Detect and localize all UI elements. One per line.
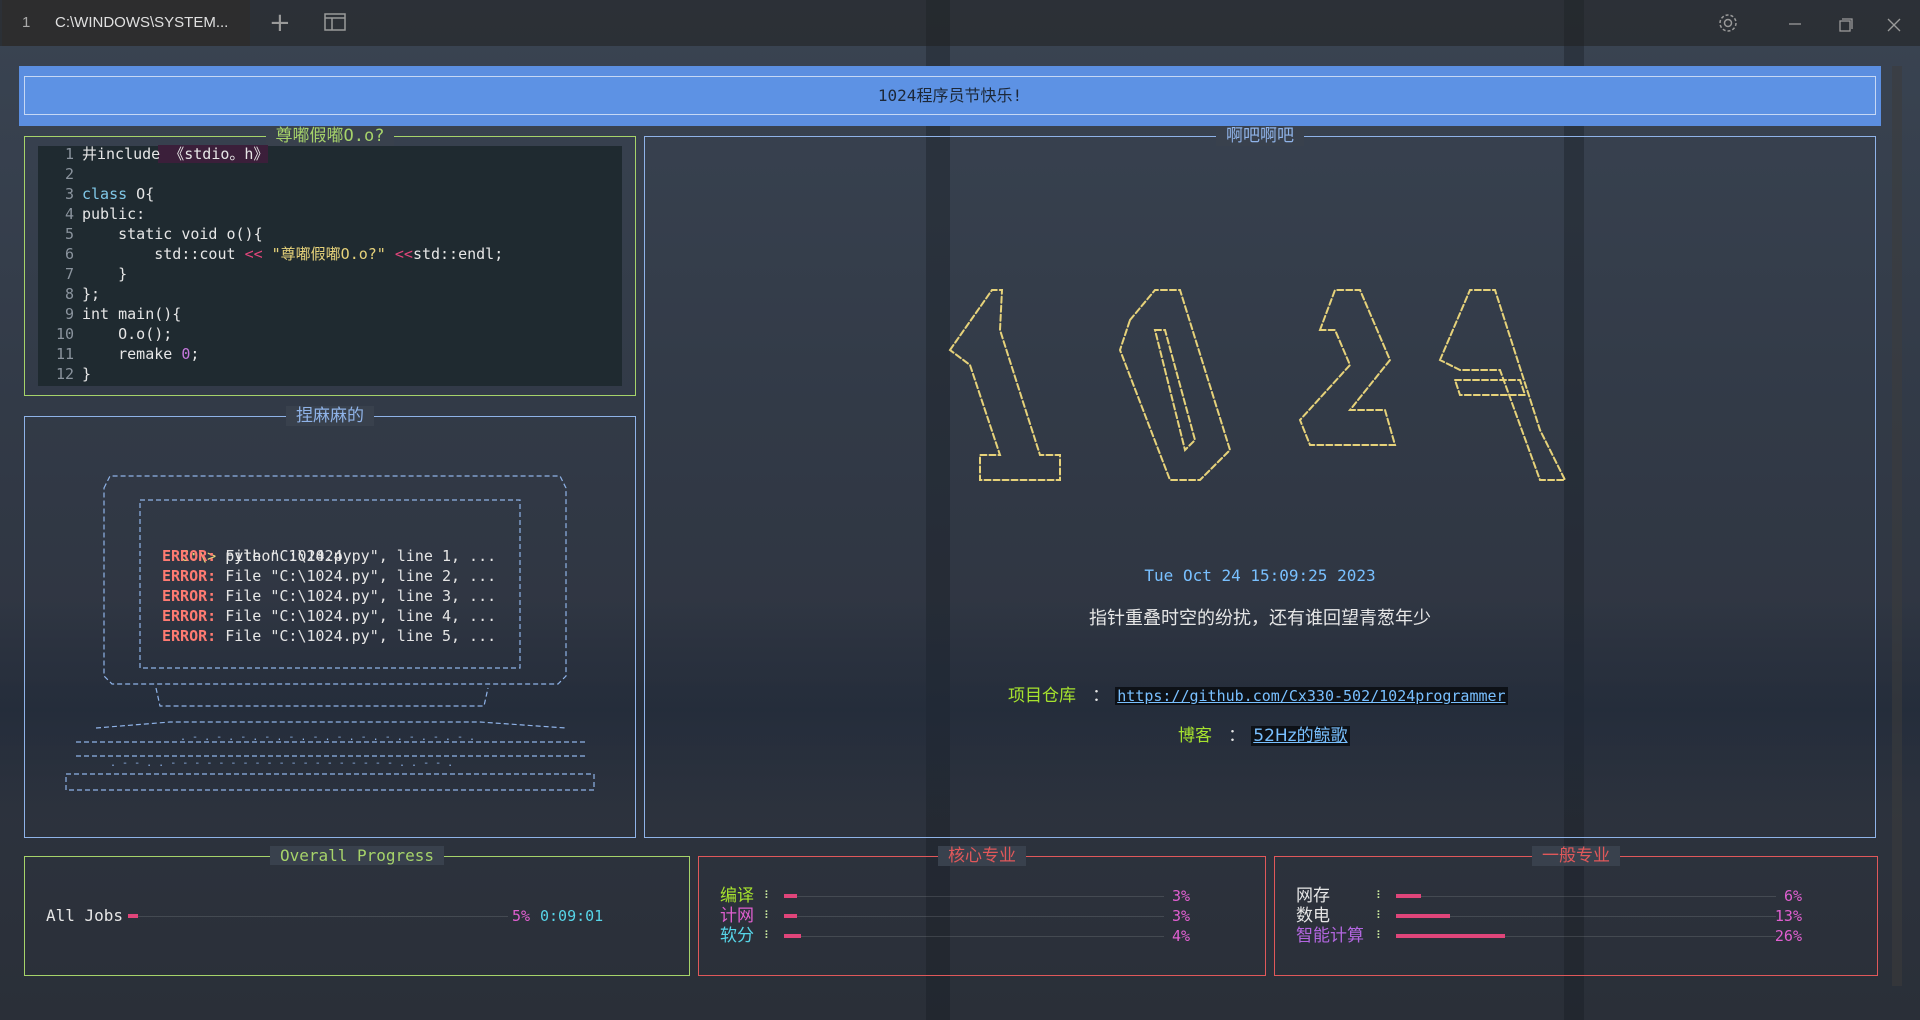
error-message: File "C:\1024.py", line 2, ...: [216, 567, 497, 585]
error-message: File "C:\1024.py", line 4, ...: [216, 607, 497, 625]
terminal-command-line: C:\> python 1024.py: [162, 526, 352, 565]
error-message: File "C:\1024.py", line 3, ...: [216, 587, 497, 605]
overall-progress-title: Overall Progress: [269, 846, 445, 865]
repo-separator: ：: [1082, 686, 1110, 706]
gear-icon[interactable]: [1717, 12, 1739, 39]
major-label: 智能计算: [1296, 926, 1364, 946]
minimize-icon[interactable]: [1788, 10, 1802, 35]
dots-icon: ⠇: [1376, 889, 1385, 902]
percent-value: 13%: [1774, 907, 1802, 925]
dots-icon: ⠇: [764, 929, 773, 942]
percent-value: 4%: [1171, 927, 1190, 945]
main-panel-title: 啊吧啊吧: [1216, 126, 1304, 146]
error-label: ERROR:: [162, 567, 217, 585]
dots-icon: ⠇: [1376, 929, 1385, 942]
core-major-title: 核心专业: [938, 846, 1026, 866]
error-line: ERROR: File "C:\1024.py", line 4, ...: [162, 606, 496, 626]
progress-bar: [784, 934, 801, 938]
main-quote: 指针重叠时空的纷扰，还有谁回望青葱年少: [1089, 608, 1431, 629]
repo-label: 项目仓库: [1008, 686, 1076, 706]
progress-bar: [1396, 894, 1422, 898]
major-label: 编译: [720, 886, 754, 906]
progress-track: [784, 896, 1164, 897]
error-label: ERROR:: [162, 547, 217, 565]
dots-icon: ⠇: [1376, 909, 1385, 922]
percent-value: 26%: [1774, 927, 1802, 945]
blog-row: 博客 ： 52Hz的鲸歌: [1178, 724, 1350, 748]
progress-bar: [784, 894, 797, 898]
all-jobs-elapsed: 0:09:01: [540, 907, 604, 925]
monitor-ascii-art: . - . - . - . - . - . - . - . - . - . - …: [65, 475, 595, 791]
repo-row: 项目仓库 ： https://github.com/Cx330-502/1024p…: [1008, 684, 1508, 708]
all-jobs-label: All Jobs: [46, 906, 124, 925]
dots-icon: ⠇: [764, 889, 773, 902]
all-jobs-percent: 5%: [512, 907, 531, 925]
error-line: ERROR: File "C:\1024.py", line 5, ...: [162, 626, 496, 646]
all-jobs-track: [128, 916, 508, 917]
dots-icon: ⠇: [764, 909, 773, 922]
close-icon[interactable]: [1886, 14, 1902, 38]
error-line: ERROR: File "C:\1024.py", line 1, ...: [162, 546, 496, 566]
progress-track: [1396, 916, 1776, 917]
percent-value: 3%: [1171, 887, 1190, 905]
blog-link[interactable]: 52Hz的鲸歌: [1251, 726, 1350, 746]
major-label: 软分: [720, 926, 754, 946]
svg-text:. - - . . - - - - - - - - - -: . - - . . - - - - - - - - - - - - - - - …: [110, 758, 453, 769]
error-label: ERROR:: [162, 587, 217, 605]
progress-bar: [1396, 914, 1451, 918]
maximize-icon[interactable]: [1838, 14, 1854, 38]
general-major-title: 一般专业: [1532, 846, 1620, 866]
ascii-art-1024: [948, 289, 1567, 481]
progress-track: [1396, 896, 1776, 897]
progress-bar: [1396, 934, 1505, 938]
all-jobs-progress-bar: [128, 914, 138, 918]
scrollbar[interactable]: [1892, 66, 1902, 986]
repo-link[interactable]: https://github.com/Cx330-502/1024program…: [1115, 687, 1508, 705]
progress-bar: [784, 914, 797, 918]
progress-track: [784, 916, 1164, 917]
percent-value: 6%: [1783, 887, 1802, 905]
major-label: 计网: [720, 906, 754, 926]
percent-value: 3%: [1171, 907, 1190, 925]
main-date: Tue Oct 24 15:09:25 2023: [1144, 566, 1376, 585]
major-label: 网存: [1296, 886, 1330, 906]
error-line: ERROR: File "C:\1024.py", line 3, ...: [162, 586, 496, 606]
blog-label: 博客: [1178, 726, 1212, 746]
blog-separator: ：: [1218, 726, 1246, 746]
svg-text:. - . - . - . - . - . - . - .: . - . - . - . - . - . - . - . - . - . - …: [180, 732, 475, 743]
error-line: ERROR: File "C:\1024.py", line 2, ...: [162, 566, 496, 586]
error-message: File "C:\1024.py", line 1, ...: [216, 547, 497, 565]
error-label: ERROR:: [162, 607, 217, 625]
error-message: File "C:\1024.py", line 5, ...: [216, 627, 497, 645]
major-label: 数电: [1296, 906, 1330, 926]
progress-track: [784, 936, 1164, 937]
error-label: ERROR:: [162, 627, 217, 645]
